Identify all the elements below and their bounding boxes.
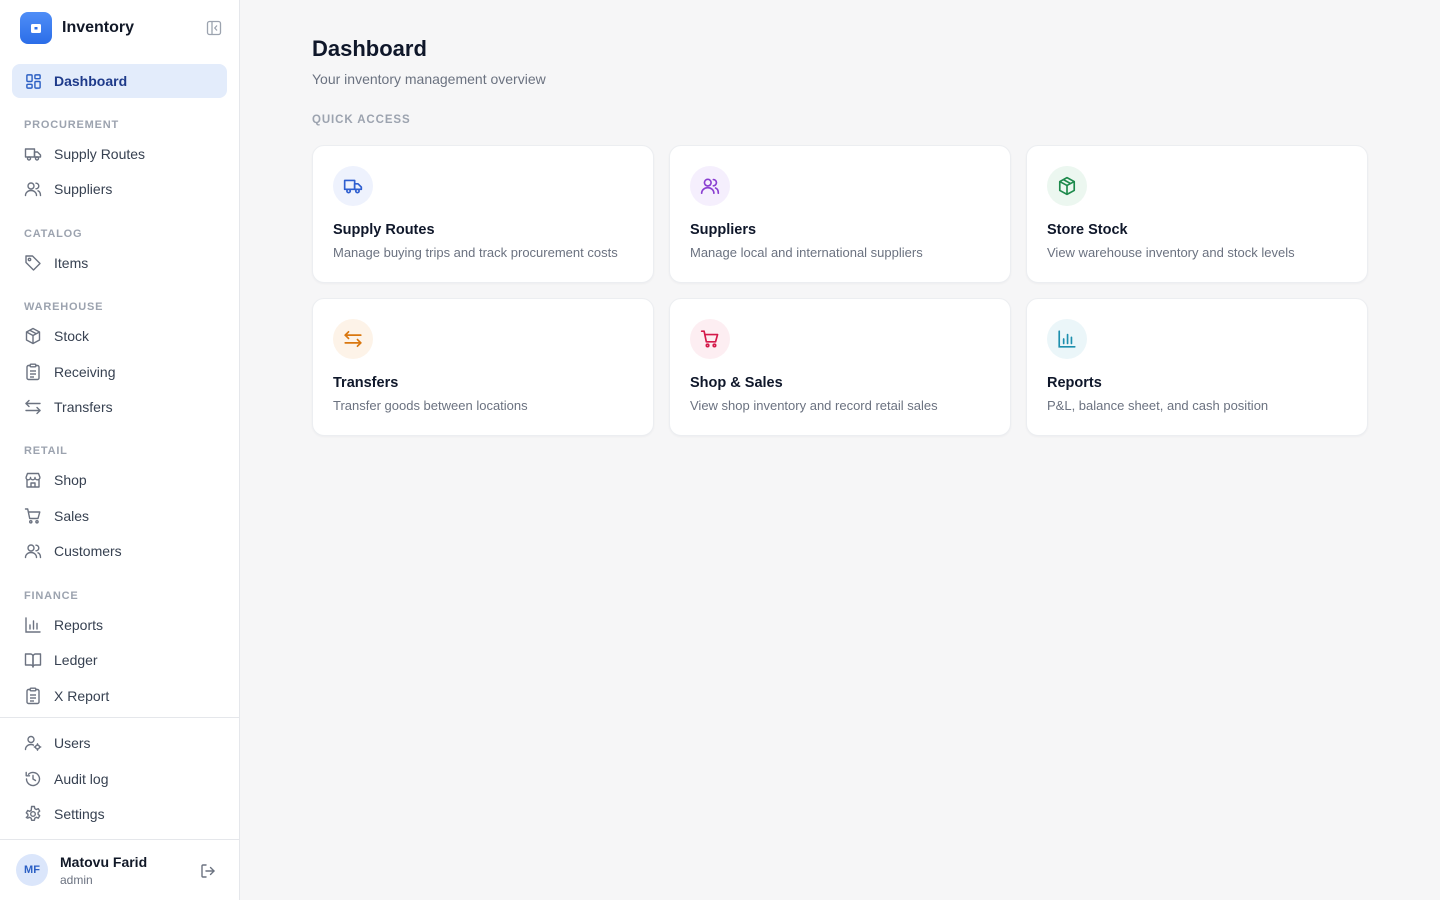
card-title: Transfers bbox=[333, 375, 399, 391]
card-supply-routes[interactable]: Supply Routes Manage buying trips and tr… bbox=[312, 145, 654, 283]
sidebar-item-label: Dashboard bbox=[54, 73, 128, 89]
card-description: Transfer goods between locations bbox=[333, 398, 528, 413]
sidebar-item-transfers[interactable]: Transfers bbox=[12, 390, 227, 424]
sidebar-divider bbox=[0, 839, 239, 840]
card-description: View shop inventory and record retail sa… bbox=[690, 398, 938, 413]
user-cog-icon bbox=[24, 734, 42, 752]
sidebar-item-label: Audit log bbox=[54, 771, 109, 787]
sidebar-item-reports[interactable]: Reports bbox=[12, 608, 227, 642]
section-label-procurement: PROCUREMENT bbox=[24, 119, 119, 131]
arrows-exchange-icon bbox=[333, 319, 373, 359]
sidebar-item-label: Settings bbox=[54, 806, 105, 822]
sidebar-item-audit-log[interactable]: Audit log bbox=[12, 762, 227, 796]
sidebar-item-label: Transfers bbox=[54, 399, 113, 415]
page-title: Dashboard bbox=[312, 36, 427, 61]
cart-icon bbox=[690, 319, 730, 359]
tag-icon bbox=[24, 254, 42, 272]
app-name: Inventory bbox=[62, 19, 135, 36]
package-icon bbox=[1047, 166, 1087, 206]
card-shop-sales[interactable]: Shop & Sales View shop inventory and rec… bbox=[669, 298, 1011, 436]
sidebar-item-items[interactable]: Items bbox=[12, 246, 227, 280]
page-subtitle: Your inventory management overview bbox=[312, 71, 546, 87]
card-suppliers[interactable]: Suppliers Manage local and international… bbox=[669, 145, 1011, 283]
truck-icon bbox=[333, 166, 373, 206]
sidebar-item-label: Suppliers bbox=[54, 181, 113, 197]
card-title: Store Stock bbox=[1047, 222, 1128, 238]
sidebar-item-customers[interactable]: Customers bbox=[12, 534, 227, 568]
quick-access-label: QUICK ACCESS bbox=[312, 114, 411, 126]
cart-icon bbox=[24, 507, 42, 525]
clipboard-icon bbox=[24, 687, 42, 705]
card-title: Reports bbox=[1047, 375, 1102, 391]
user-name: Matovu Farid bbox=[60, 854, 148, 870]
history-icon bbox=[24, 770, 42, 788]
sidebar-divider bbox=[0, 717, 239, 718]
dashboard-grid-icon bbox=[24, 72, 42, 90]
users-icon bbox=[24, 180, 42, 198]
card-title: Suppliers bbox=[690, 222, 757, 238]
section-label-finance: FINANCE bbox=[24, 590, 79, 602]
sidebar-item-settings[interactable]: Settings bbox=[12, 797, 227, 831]
card-description: P&L, balance sheet, and cash position bbox=[1047, 398, 1269, 413]
sidebar-item-suppliers[interactable]: Suppliers bbox=[12, 172, 227, 206]
user-role: admin bbox=[60, 873, 93, 887]
arrows-exchange-icon bbox=[24, 398, 42, 416]
card-title: Supply Routes bbox=[333, 222, 435, 238]
sidebar-item-label: X Report bbox=[54, 688, 110, 704]
brand[interactable]: Inventory bbox=[20, 12, 134, 44]
clipboard-icon bbox=[24, 363, 42, 381]
sidebar-item-label: Sales bbox=[54, 508, 90, 524]
users-icon bbox=[24, 542, 42, 560]
sidebar-item-x-report[interactable]: X Report bbox=[12, 679, 227, 713]
sidebar-item-label: Stock bbox=[54, 328, 90, 344]
avatar: MF bbox=[16, 854, 48, 886]
sidebar-item-label: Items bbox=[54, 255, 89, 271]
package-icon bbox=[24, 327, 42, 345]
bar-chart-icon bbox=[24, 616, 42, 634]
sidebar-item-shop[interactable]: Shop bbox=[12, 463, 227, 497]
sidebar-item-label: Users bbox=[54, 735, 91, 751]
sidebar-item-label: Shop bbox=[54, 472, 87, 488]
sidebar-item-users[interactable]: Users bbox=[12, 726, 227, 760]
section-label-warehouse: WAREHOUSE bbox=[24, 301, 104, 313]
sidebar-item-stock[interactable]: Stock bbox=[12, 319, 227, 353]
gear-icon bbox=[24, 805, 42, 823]
store-icon bbox=[24, 471, 42, 489]
card-description: Manage buying trips and track procuremen… bbox=[333, 245, 618, 260]
users-icon bbox=[690, 166, 730, 206]
truck-icon bbox=[24, 145, 42, 163]
card-description: View warehouse inventory and stock level… bbox=[1047, 245, 1295, 260]
sidebar-item-label: Customers bbox=[54, 543, 122, 559]
brand-logo-icon bbox=[20, 12, 52, 44]
sidebar-item-dashboard[interactable]: Dashboard bbox=[12, 64, 227, 98]
sidebar-item-supply-routes[interactable]: Supply Routes bbox=[12, 137, 227, 171]
sidebar-item-label: Supply Routes bbox=[54, 146, 146, 162]
card-description: Manage local and international suppliers bbox=[690, 245, 923, 260]
sidebar-item-sales[interactable]: Sales bbox=[12, 499, 227, 533]
logout-icon[interactable] bbox=[199, 862, 217, 880]
book-open-icon bbox=[24, 651, 42, 669]
sidebar-item-label: Ledger bbox=[54, 652, 98, 668]
sidebar-item-label: Receiving bbox=[54, 364, 116, 380]
card-store-stock[interactable]: Store Stock View warehouse inventory and… bbox=[1026, 145, 1368, 283]
card-reports[interactable]: Reports P&L, balance sheet, and cash pos… bbox=[1026, 298, 1368, 436]
section-label-catalog: CATALOG bbox=[24, 228, 83, 240]
sidebar: Inventory Dashboard PROCUREMENT Supply R… bbox=[0, 0, 240, 900]
sidebar-item-receiving[interactable]: Receiving bbox=[12, 355, 227, 389]
bar-chart-icon bbox=[1047, 319, 1087, 359]
user-profile: MF Matovu Farid admin bbox=[16, 854, 224, 888]
section-label-retail: RETAIL bbox=[24, 445, 68, 457]
sidebar-item-ledger[interactable]: Ledger bbox=[12, 643, 227, 677]
sidebar-item-label: Reports bbox=[54, 617, 104, 633]
sidebar-collapse-icon[interactable] bbox=[205, 19, 223, 37]
card-transfers[interactable]: Transfers Transfer goods between locatio… bbox=[312, 298, 654, 436]
card-title: Shop & Sales bbox=[690, 375, 783, 391]
